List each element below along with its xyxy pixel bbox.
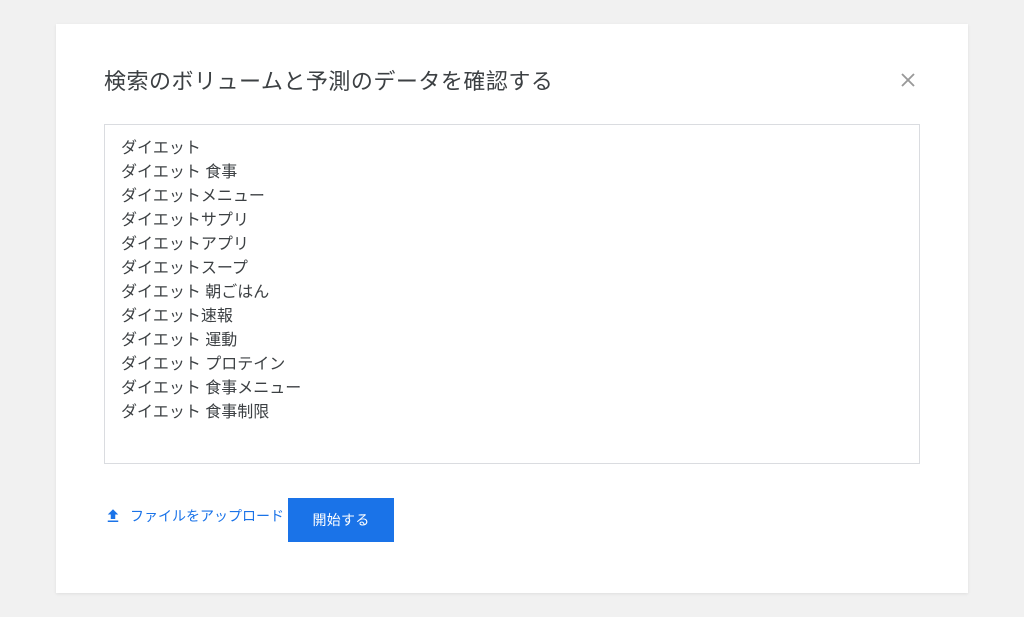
close-icon[interactable] (896, 68, 920, 92)
dialog-card: 検索のボリュームと予測のデータを確認する ファイルをアップロード 開始する (56, 24, 968, 593)
upload-icon (104, 507, 122, 525)
upload-file-link[interactable]: ファイルをアップロード (104, 506, 284, 526)
keywords-input-wrap (104, 124, 920, 464)
upload-file-label: ファイルをアップロード (130, 506, 284, 526)
keywords-input[interactable] (105, 125, 919, 463)
start-button[interactable]: 開始する (288, 498, 393, 542)
dialog-header: 検索のボリュームと予測のデータを確認する (104, 64, 920, 96)
dialog-title: 検索のボリュームと予測のデータを確認する (104, 64, 553, 96)
